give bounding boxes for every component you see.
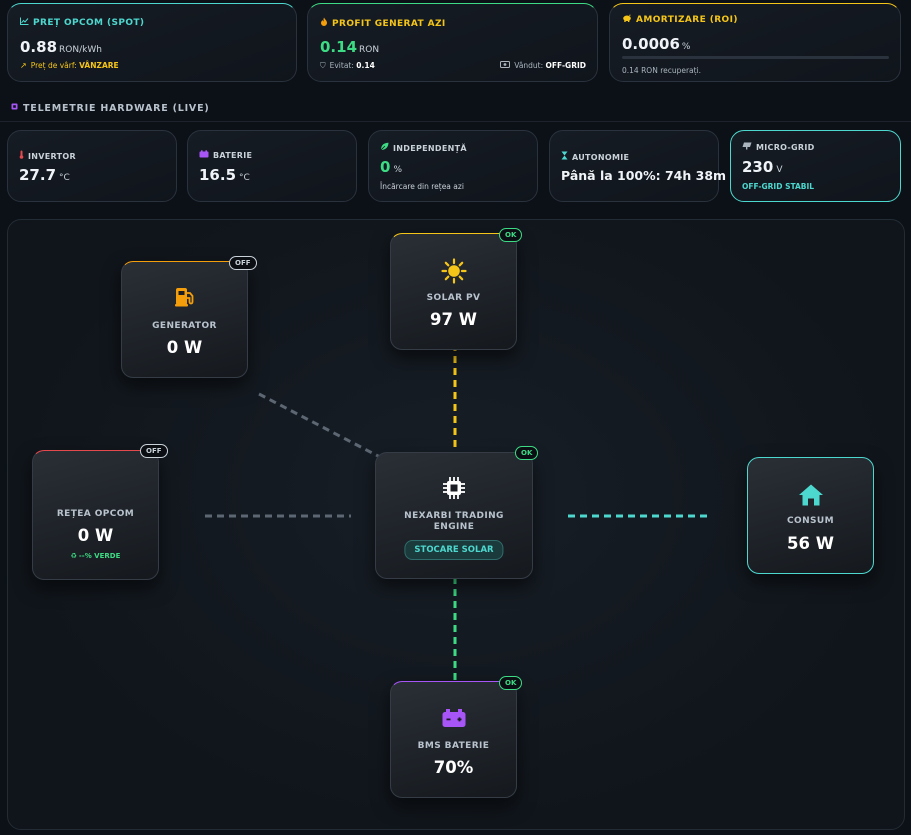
bms-node[interactable]: BMS BATERIE 70% (390, 681, 517, 798)
solar-value: 97 W (430, 310, 477, 329)
battery-temp-unit: °C (239, 173, 250, 183)
battery-icon (391, 708, 516, 732)
thermometer-icon (19, 150, 24, 161)
independence-unit: % (393, 165, 402, 175)
chip-icon (10, 102, 19, 114)
autonomy-value: Până la 100%: 74h 38m (561, 168, 727, 183)
battery-temp-value: 16.5 (199, 166, 237, 184)
recycle-icon: ♻ (70, 552, 77, 560)
price-card: PREȚ OPCOM (SPOT) 0.88 RON/kWh ↗ Preț de v… (7, 3, 297, 82)
microgrid-label: MICRO-GRID (756, 143, 815, 152)
consumption-label: CONSUM (787, 516, 834, 526)
profit-sold-label: Vândut: (514, 61, 544, 70)
consumption-value: 56 W (787, 534, 834, 553)
microgrid-card: MICRO-GRID 230 V OFF-GRID STABIL (730, 130, 901, 202)
generator-value: 0 W (166, 338, 203, 357)
solar-node[interactable]: SOLAR PV 97 W (390, 233, 517, 350)
price-peak-prefix: Preț de vârf: (30, 61, 77, 70)
hourglass-icon (561, 151, 568, 162)
profit-avoided-value: 0.14 (356, 61, 375, 70)
price-value: 0.88 (20, 38, 58, 56)
price-peak-value: VÂNZARE (79, 61, 119, 70)
grid-label: REȚEA OPCOM (56, 509, 135, 519)
profit-sold-value: OFF-GRID (545, 61, 586, 70)
inverter-label: INVERTOR (28, 152, 76, 161)
engine-status-badge: OK (515, 446, 539, 460)
price-label: PREȚ OPCOM (SPOT) (33, 18, 145, 28)
independence-label: INDEPENDENȚĂ (393, 144, 467, 153)
engine-label: NEXARBI TRADING ENGINE (404, 511, 504, 532)
inverter-card: INVERTOR 27.7 °C (7, 130, 177, 202)
grid-green-share: --% VERDE (78, 552, 121, 560)
chart-line-icon (20, 17, 29, 28)
roi-card: AMORTIZARE (ROI) 0.0006% 0.14 RON recupe… (609, 3, 901, 82)
roi-unit: % (681, 42, 691, 52)
engine-mode-pill: STOCARE SOLAR (404, 540, 504, 560)
generator-label: GENERATOR (152, 321, 217, 331)
bms-label: BMS BATERIE (417, 741, 490, 751)
solar-label: SOLAR PV (426, 293, 481, 303)
microchip-icon (376, 476, 532, 504)
battery-temp-card: BATERIE 16.5 °C (187, 130, 357, 202)
bms-status-badge: OK (499, 676, 523, 690)
grid-node[interactable]: REȚEA OPCOM 0 W ♻ --% VERDE (32, 450, 159, 580)
bms-value: 70% (433, 758, 474, 777)
generator-node[interactable]: GENERATOR 0 W (121, 261, 248, 378)
generator-flow-line (258, 392, 381, 459)
trend-up-icon: ↗ (20, 61, 27, 70)
sun-icon (391, 258, 516, 288)
telemetry-title: TELEMETRIE HARDWARE (LIVE) (23, 103, 210, 114)
house-icon (748, 483, 873, 511)
car-battery-icon (199, 150, 209, 160)
roi-sub: 0.14 RON recuperați. (622, 66, 702, 75)
solar-panel-icon (742, 142, 752, 152)
roi-value: 0.0006 (622, 35, 680, 53)
microgrid-value: 230 (742, 158, 774, 176)
grid-value: 0 W (77, 526, 114, 545)
solar-status-badge: OK (499, 228, 523, 242)
profit-value: 0.14 (320, 38, 358, 56)
money-icon (500, 61, 511, 70)
independence-sub: Încărcare din rețea azi (380, 182, 464, 191)
profit-avoided-label: Evitat: (329, 61, 354, 70)
consumption-node[interactable]: CONSUM 56 W (747, 457, 874, 574)
profit-unit: RON (359, 45, 380, 55)
independence-value: 0 (380, 158, 391, 176)
shield-icon: ⛉ (320, 61, 326, 70)
roi-progress-track (622, 56, 889, 59)
profit-label: PROFIT GENERAT AZI (332, 19, 446, 29)
gas-pump-icon (122, 285, 247, 313)
microgrid-sub: OFF-GRID STABIL (742, 182, 815, 191)
inverter-value: 27.7 (19, 166, 57, 184)
fire-icon (320, 17, 328, 29)
roi-label: AMORTIZARE (ROI) (636, 15, 738, 25)
piggy-bank-icon (622, 14, 632, 25)
independence-card: INDEPENDENȚĂ 0% Încărcare din rețea azi (368, 130, 538, 202)
divider (0, 121, 911, 122)
microgrid-unit: V (776, 165, 783, 175)
price-unit: RON/kWh (59, 45, 102, 55)
engine-node[interactable]: NEXARBI TRADING ENGINE STOCARE SOLAR (375, 452, 533, 579)
grid-status-badge: OFF (140, 444, 168, 458)
generator-status-badge: OFF (229, 256, 257, 270)
battery-temp-label: BATERIE (213, 151, 253, 160)
leaf-icon (380, 142, 389, 153)
autonomy-card: AUTONOMIE Până la 100%: 74h 38m (549, 130, 726, 202)
inverter-unit: °C (59, 173, 70, 183)
profit-card: PROFIT GENERAT AZI 0.14 RON ⛉ Evitat: 0.14… (307, 3, 598, 82)
autonomy-label: AUTONOMIE (572, 153, 630, 162)
